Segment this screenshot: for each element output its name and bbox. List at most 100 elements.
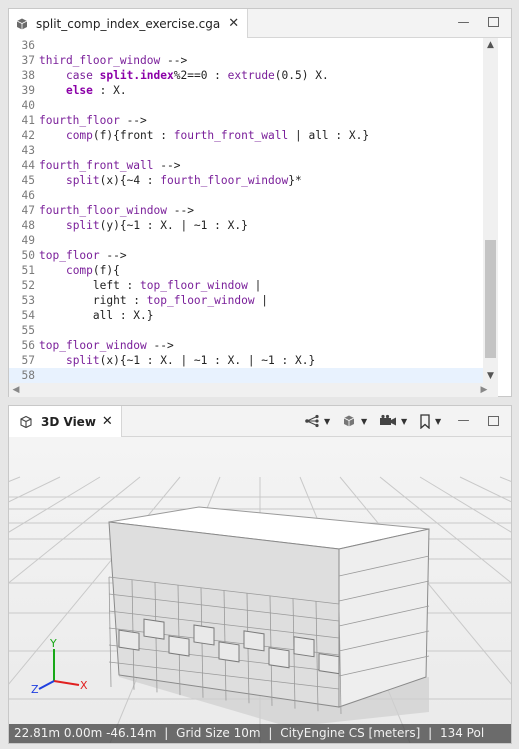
code-line[interactable]: 54 all : X.}	[9, 308, 483, 323]
line-number: 45	[21, 174, 35, 187]
line-number: 43	[21, 144, 35, 157]
close-icon[interactable]: ✕	[228, 16, 239, 31]
code-token: split	[65, 354, 100, 367]
code-token: |	[254, 294, 269, 307]
minimize-icon[interactable]: —	[457, 414, 470, 427]
scene-graph-icon	[305, 414, 319, 428]
code-token: | all : X.}	[288, 129, 370, 142]
code-line[interactable]: 49	[9, 233, 483, 248]
editor-tab-title: split_comp_index_exercise.cga	[36, 16, 221, 31]
line-number: 36	[21, 39, 35, 52]
scroll-left-icon[interactable]: ◀	[9, 383, 23, 397]
scroll-down-icon[interactable]: ▼	[483, 369, 498, 383]
code-token: top_floor_window	[146, 294, 255, 307]
code-line[interactable]: 42 comp(f){front : fourth_front_wall | a…	[9, 128, 483, 143]
code-line[interactable]: 47 fourth_floor_window -->	[9, 203, 483, 218]
editor-tab[interactable]: split_comp_index_exercise.cga ✕	[9, 9, 249, 38]
code-token: else	[65, 84, 93, 97]
code-text: third_floor_window -->	[39, 53, 187, 68]
z-axis-label: Z	[31, 683, 39, 696]
code-editor[interactable]: 36 37 third_floor_window --> 38 case split.…	[9, 38, 483, 383]
maximize-icon[interactable]	[488, 416, 499, 426]
cursor-coordinates: 22.81m 0.00m -46.14m	[14, 726, 157, 740]
code-token: top_floor	[39, 249, 100, 262]
3d-view-tab[interactable]: 3D View ✕	[9, 406, 122, 437]
code-text: fourth_floor_window -->	[39, 203, 194, 218]
scroll-up-icon[interactable]: ▲	[483, 38, 498, 52]
scrollbar-thumb[interactable]	[485, 240, 496, 358]
line-number: 42	[21, 129, 35, 142]
code-line[interactable]: 37 third_floor_window -->	[9, 53, 483, 68]
code-line[interactable]: 48 split(y){~1 : X. | ~1 : X.}	[9, 218, 483, 233]
y-axis-label: Y	[49, 637, 57, 650]
code-token: split.index	[99, 69, 174, 82]
code-text: left : top_floor_window |	[39, 278, 261, 293]
code-line[interactable]: 36	[9, 38, 483, 53]
horizontal-scrollbar[interactable]: ◀ ▶	[9, 383, 498, 397]
code-line[interactable]: 45 split(x){~4 : fourth_floor_window}*	[9, 173, 483, 188]
line-number: 44	[21, 159, 35, 172]
building-model	[108, 506, 430, 715]
code-line[interactable]: 40	[9, 98, 483, 113]
code-line[interactable]: 58	[9, 368, 483, 383]
scroll-right-icon[interactable]: ▶	[477, 383, 491, 397]
code-line[interactable]: 53 right : top_floor_window |	[9, 293, 483, 308]
code-token: (f){front :	[92, 129, 174, 142]
code-line[interactable]: 55	[9, 323, 483, 338]
display-mode-button[interactable]: ▼	[341, 413, 367, 429]
view-tabbar: 3D View ✕ ▼ ▼ ▼ ▼ —	[9, 406, 511, 437]
code-token: split	[65, 219, 100, 232]
line-number: 58	[21, 369, 35, 382]
code-line[interactable]: 39 else : X.	[9, 83, 483, 98]
cube-icon	[20, 415, 32, 428]
code-line[interactable]: 52 left : top_floor_window |	[9, 278, 483, 293]
camera-icon	[380, 414, 396, 426]
code-text: all : X.}	[39, 308, 154, 323]
chevron-down-icon[interactable]: ▼	[324, 417, 330, 426]
line-number: 47	[21, 204, 35, 217]
scene-canvas: Y X Z	[9, 476, 511, 743]
code-token: (0.5) X.	[274, 69, 329, 82]
code-line[interactable]: 57 split(x){~1 : X. | ~1 : X. | ~1 : X.}	[9, 353, 483, 368]
x-axis-label: X	[80, 679, 88, 692]
code-token: (x){~4 :	[99, 174, 161, 187]
code-token: (y){~1 : X. | ~1 : X.}	[99, 219, 248, 232]
code-token: top_floor_window	[39, 339, 147, 352]
code-token: right :	[39, 294, 147, 307]
line-number: 56	[21, 339, 35, 352]
code-token: -->	[153, 159, 181, 172]
close-icon[interactable]: ✕	[102, 414, 113, 429]
code-line[interactable]: 50 top_floor -->	[9, 248, 483, 263]
code-line[interactable]: 38 case split.index%2==0 : extrude(0.5) …	[9, 68, 483, 83]
code-line[interactable]: 44 fourth_front_wall -->	[9, 158, 483, 173]
chevron-down-icon[interactable]: ▼	[361, 417, 367, 426]
chevron-down-icon[interactable]: ▼	[435, 417, 441, 426]
code-text: comp(f){	[39, 263, 120, 278]
3d-view-title: 3D View	[41, 414, 96, 429]
code-line[interactable]: 46	[9, 188, 483, 203]
line-number: 54	[21, 309, 35, 322]
scene-graph-button[interactable]: ▼	[304, 413, 330, 429]
vertical-scrollbar[interactable]: ▲ ▼	[483, 38, 498, 383]
code-token: |	[247, 279, 262, 292]
editor-tabbar: split_comp_index_exercise.cga ✕ —	[9, 9, 511, 38]
line-number: 51	[21, 264, 35, 277]
line-number: 55	[21, 324, 35, 337]
3d-viewport[interactable]: Y X Z 22.81m 0.00m -46.14m | Grid Size 1…	[9, 437, 511, 743]
minimize-icon[interactable]: —	[457, 16, 470, 29]
chevron-down-icon[interactable]: ▼	[401, 417, 407, 426]
code-line[interactable]: 56 top_floor_window -->	[9, 338, 483, 353]
code-line[interactable]: 41 fourth_floor -->	[9, 113, 483, 128]
axis-gizmo: Y X Z	[31, 637, 88, 696]
bookmark-button[interactable]: ▼	[419, 413, 441, 429]
code-line[interactable]: 51 comp(f){	[9, 263, 483, 278]
code-text: comp(f){front : fourth_front_wall | all …	[39, 128, 369, 143]
maximize-icon[interactable]	[488, 17, 499, 27]
camera-button[interactable]: ▼	[379, 413, 407, 429]
code-line[interactable]: 43	[9, 143, 483, 158]
